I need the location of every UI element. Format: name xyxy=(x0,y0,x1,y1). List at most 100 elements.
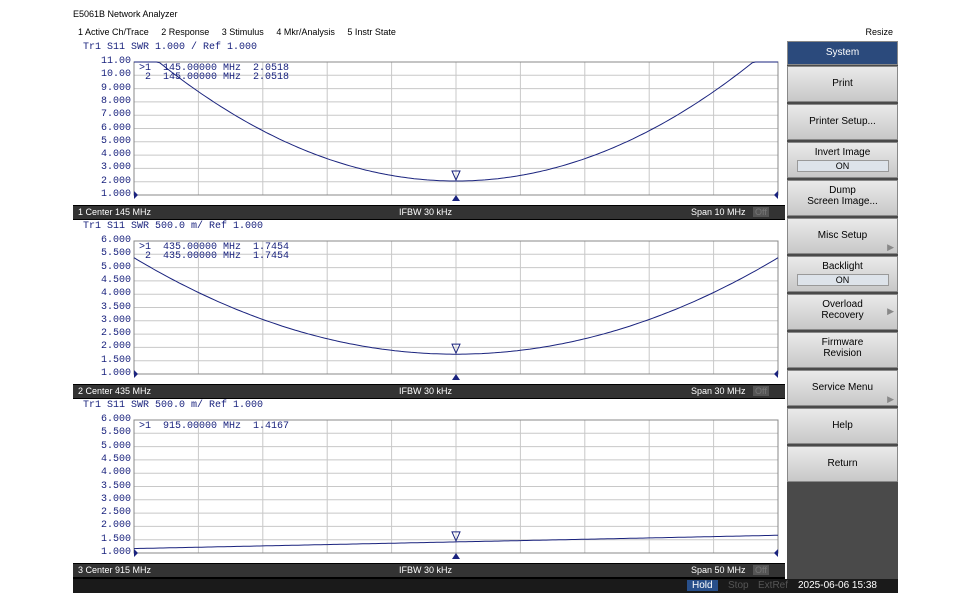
dump-screen-image-button[interactable]: Dump Screen Image... xyxy=(787,180,898,216)
y-tick-label: 10.00 xyxy=(100,69,131,81)
y-tick-label: 6.000 xyxy=(100,122,131,134)
ifbw-value[interactable]: IFBW 30 kHz xyxy=(399,386,452,396)
resize-button[interactable]: Resize xyxy=(865,27,893,37)
firmware-label-1: Firmware xyxy=(821,337,864,348)
y-tick-label: 5.000 xyxy=(100,261,131,273)
window-title: E5061B Network Analyzer xyxy=(73,9,178,19)
channel-2-window[interactable]: Tr1 S11 SWR 500.0 m/ Ref 1.000 6.000 5.500… xyxy=(73,220,785,384)
y-tick-label: 4.000 xyxy=(100,467,131,479)
sweep-off-indicator: Off xyxy=(753,207,769,217)
sweep-off-indicator: Off xyxy=(753,386,769,396)
sweep-off-indicator: Off xyxy=(753,565,769,575)
invert-image-button[interactable]: Invert Image ON xyxy=(787,142,898,178)
overload-label-1: Overload xyxy=(822,299,863,310)
y-tick-label: 5.500 xyxy=(100,248,131,260)
y-tick-label: 3.000 xyxy=(100,493,131,505)
y-tick-label: 1.000 xyxy=(100,368,131,379)
channel-1-window[interactable]: Tr1 S11 SWR 1.000 / Ref 1.000 11.00 10.00 9… xyxy=(73,41,785,205)
instrument-status-bar: Hold Stop ExtRef 2025-06-06 15:38 xyxy=(73,579,898,593)
channel-status-bar: 1 Center 145 MHz IFBW 30 kHz Span 10 MHz Of… xyxy=(73,206,785,219)
misc-setup-label: Misc Setup xyxy=(817,230,868,241)
overload-recovery-button[interactable]: Overload Recovery ▶ xyxy=(787,294,898,330)
channel-status-bar: 2 Center 435 MHz IFBW 30 kHz Span 30 MHz Of… xyxy=(73,385,785,398)
y-tick-label: 2.000 xyxy=(100,520,131,532)
y-tick-label: 3.000 xyxy=(100,162,131,174)
measurement-area: Tr1 S11 SWR 1.000 / Ref 1.000 11.00 10.00 9… xyxy=(73,41,785,579)
y-tick-label: 8.000 xyxy=(100,95,131,107)
trace-header: Tr1 S11 SWR 1.000 / Ref 1.000 xyxy=(83,42,258,53)
ref-left-icon xyxy=(134,370,138,378)
y-tick-label: 9.000 xyxy=(100,82,131,94)
dump-label-2: Screen Image... xyxy=(807,196,878,207)
y-axis-labels: 6.000 5.500 5.000 4.500 4.000 3.500 3.000 2.500… xyxy=(73,415,131,558)
ref-right-icon xyxy=(774,549,778,557)
y-tick-label: 1.000 xyxy=(100,547,131,558)
center-frequency[interactable]: 3 Center 915 MHz xyxy=(78,565,151,575)
span-value[interactable]: Span 50 MHz xyxy=(691,565,746,575)
marker-readout: 2 435.00000 MHz 1.7454 xyxy=(139,251,290,262)
y-tick-label: 7.000 xyxy=(100,109,131,121)
y-tick-label: 2.000 xyxy=(100,175,131,187)
menu-active-ch-trace[interactable]: 1 Active Ch/Trace xyxy=(78,27,149,37)
y-tick-label: 1.000 xyxy=(100,189,131,200)
marker-readout: 2 145.00000 MHz 2.0518 xyxy=(139,72,290,83)
y-tick-label: 4.500 xyxy=(100,453,131,465)
printer-setup-button[interactable]: Printer Setup... xyxy=(787,104,898,140)
menu-instr-state[interactable]: 5 Instr State xyxy=(347,27,396,37)
center-frequency[interactable]: 1 Center 145 MHz xyxy=(78,207,151,217)
overload-label-2: Recovery xyxy=(821,310,864,321)
firmware-label-2: Revision xyxy=(823,348,862,359)
y-tick-label: 2.500 xyxy=(100,507,131,519)
y-tick-label: 3.500 xyxy=(100,301,131,313)
trace-plot xyxy=(133,419,779,559)
span-value[interactable]: Span 30 MHz xyxy=(691,386,746,396)
y-tick-label: 4.500 xyxy=(100,274,131,286)
invert-image-label: Invert Image xyxy=(814,147,871,158)
y-tick-label: 1.500 xyxy=(100,354,131,366)
misc-setup-button[interactable]: Misc Setup ▶ xyxy=(787,218,898,254)
return-button[interactable]: Return xyxy=(787,446,898,482)
y-axis-labels: 6.000 5.500 5.000 4.500 4.000 3.500 3.000 2.500… xyxy=(73,236,131,379)
menu-bar: 1 Active Ch/Trace 2 Response 3 Stimulus … xyxy=(73,27,895,39)
stimulus-marker-icon xyxy=(452,553,460,559)
ifbw-value[interactable]: IFBW 30 kHz xyxy=(399,565,452,575)
menu-stimulus[interactable]: 3 Stimulus xyxy=(222,27,264,37)
y-tick-label: 6.000 xyxy=(100,235,131,246)
y-tick-label: 5.000 xyxy=(100,135,131,147)
service-menu-button[interactable]: Service Menu ▶ xyxy=(787,370,898,406)
service-menu-label: Service Menu xyxy=(811,382,874,393)
trace-header: Tr1 S11 SWR 500.0 m/ Ref 1.000 xyxy=(83,400,264,411)
y-tick-label: 4.000 xyxy=(100,149,131,161)
y-tick-label: 6.000 xyxy=(100,414,131,425)
center-frequency[interactable]: 2 Center 435 MHz xyxy=(78,386,151,396)
hold-indicator: Hold xyxy=(687,580,718,591)
ref-right-icon xyxy=(774,370,778,378)
y-tick-label: 11.00 xyxy=(100,56,131,67)
softkey-header-system: System xyxy=(787,41,898,65)
datetime: 2025-06-06 15:38 xyxy=(798,580,877,591)
ifbw-value[interactable]: IFBW 30 kHz xyxy=(399,207,452,217)
y-tick-label: 5.000 xyxy=(100,440,131,452)
softkey-panel: System Print Printer Setup... Invert Ima… xyxy=(787,41,898,579)
backlight-value: ON xyxy=(796,274,889,286)
ref-left-icon xyxy=(134,191,138,199)
firmware-revision-button[interactable]: Firmware Revision xyxy=(787,332,898,368)
trace-header: Tr1 S11 SWR 500.0 m/ Ref 1.000 xyxy=(83,221,264,232)
print-button[interactable]: Print xyxy=(787,66,898,102)
backlight-button[interactable]: Backlight ON xyxy=(787,256,898,292)
ref-left-icon xyxy=(134,549,138,557)
extref-indicator: ExtRef xyxy=(758,580,789,591)
menu-mkr-analysis[interactable]: 4 Mkr/Analysis xyxy=(276,27,335,37)
menu-response[interactable]: 2 Response xyxy=(161,27,209,37)
help-button[interactable]: Help xyxy=(787,408,898,444)
y-axis-labels: 11.00 10.00 9.000 8.000 7.000 6.000 5.000 4.000… xyxy=(73,57,131,200)
y-tick-label: 3.500 xyxy=(100,480,131,492)
y-tick-label: 5.500 xyxy=(100,427,131,439)
y-tick-label: 3.000 xyxy=(100,314,131,326)
marker-readout: >1 915.00000 MHz 1.4167 xyxy=(139,421,290,432)
ref-right-icon xyxy=(774,191,778,199)
span-value[interactable]: Span 10 MHz xyxy=(691,207,746,217)
backlight-label: Backlight xyxy=(822,261,863,272)
dump-label-1: Dump xyxy=(829,185,856,196)
channel-3-window[interactable]: Tr1 S11 SWR 500.0 m/ Ref 1.000 6.000 5.500… xyxy=(73,399,785,563)
